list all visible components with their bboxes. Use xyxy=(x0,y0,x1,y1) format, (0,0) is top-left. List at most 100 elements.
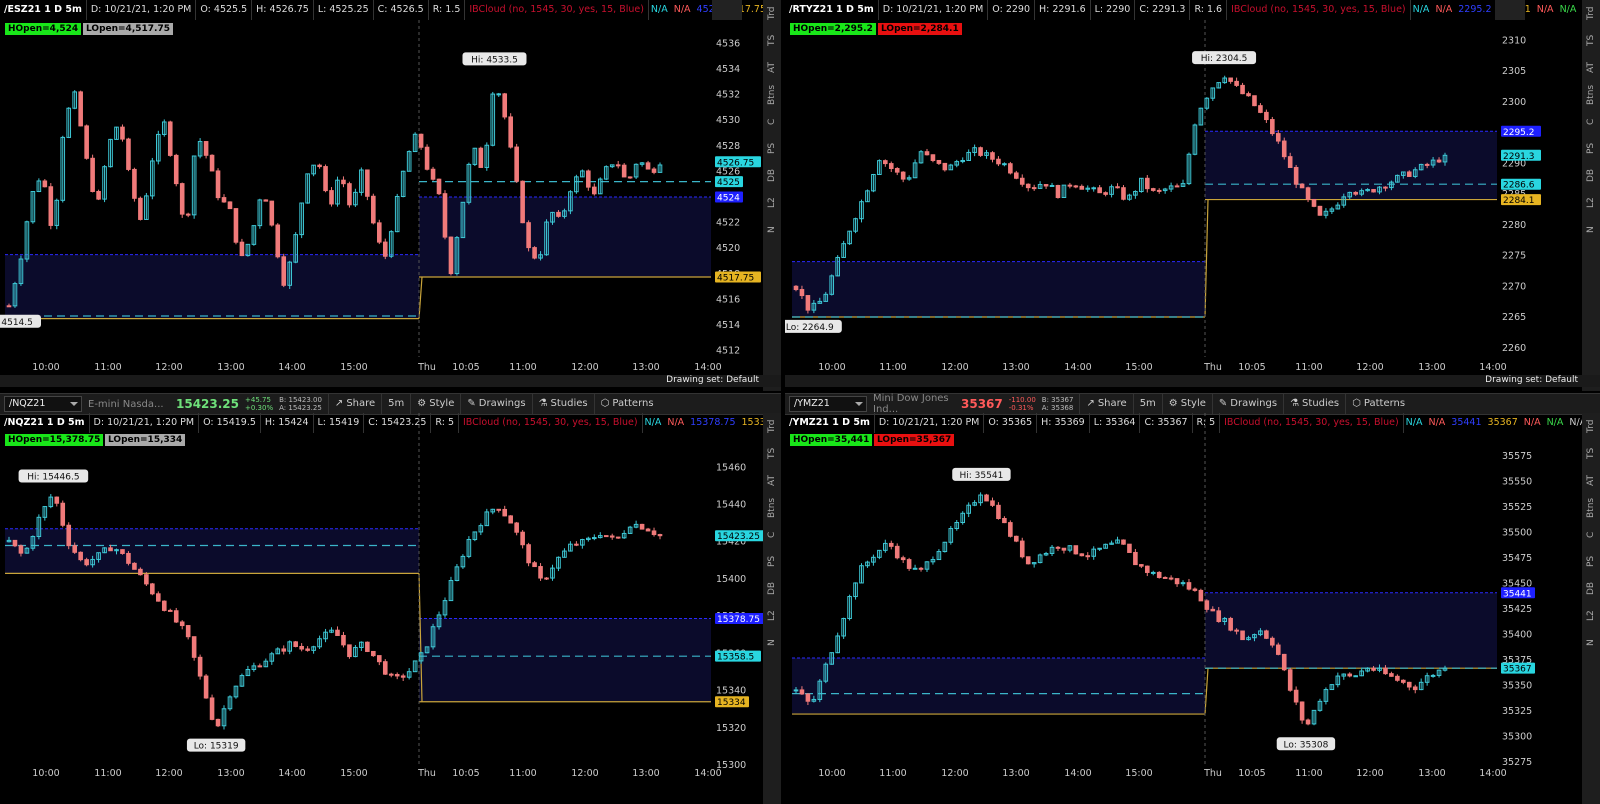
candle xyxy=(54,496,60,504)
side-tab[interactable]: L2 xyxy=(1582,189,1600,216)
svg-text:35441: 35441 xyxy=(1503,589,1532,599)
side-tab[interactable]: AT xyxy=(1582,467,1600,494)
side-tab[interactable]: DB xyxy=(1582,575,1600,602)
side-tab[interactable]: AT xyxy=(1582,54,1600,81)
side-tab[interactable]: N xyxy=(1582,216,1600,243)
x-tick-label: 12:00 xyxy=(155,768,182,779)
svg-text:Hi: 15446.5: Hi: 15446.5 xyxy=(27,472,79,482)
candle xyxy=(609,535,615,538)
side-tab[interactable]: Trd xyxy=(763,413,781,440)
price-tag: 2284.1 xyxy=(1501,194,1541,206)
candle xyxy=(645,162,651,170)
candle xyxy=(627,176,633,179)
candle xyxy=(1299,701,1305,721)
side-tab[interactable]: PS xyxy=(763,548,781,575)
side-tab[interactable]: TS xyxy=(1582,27,1600,54)
candle xyxy=(1210,608,1216,612)
svg-text:Hi: 2304.5: Hi: 2304.5 xyxy=(1201,54,1248,64)
candle xyxy=(347,644,352,658)
candlestick-chart[interactable]: 3557535550355253550035475354503542535400… xyxy=(785,393,1582,804)
side-tab[interactable]: PS xyxy=(1582,548,1600,575)
candle xyxy=(1204,600,1210,610)
chart-pane-es[interactable]: /ESZ21 1 D 5m D: 10/21/21, 1:20 PM O: 4525… xyxy=(0,0,781,391)
candle xyxy=(430,168,436,180)
candlestick-chart[interactable]: 1546015440154201540015380153601534015320… xyxy=(0,393,763,804)
svg-text:15334: 15334 xyxy=(717,698,746,708)
drawing-set-label[interactable]: Drawing set: Default xyxy=(1485,375,1578,385)
side-tab[interactable]: C xyxy=(1582,108,1600,135)
chart-pane-ym[interactable]: /YMZ21 Mini Dow Jones Ind... 35367 -110.00-… xyxy=(785,393,1600,804)
candlestick-chart[interactable]: 4536453445324530452845264524452245204518… xyxy=(0,0,763,391)
side-tab[interactable]: TS xyxy=(763,27,781,54)
side-tab[interactable]: C xyxy=(1582,521,1600,548)
side-tab[interactable]: PS xyxy=(763,135,781,162)
y-tick-label: 2265 xyxy=(1502,312,1526,323)
x-tick-label: Thu xyxy=(417,362,436,373)
x-tick-label: 10:05 xyxy=(1238,362,1265,373)
side-tab[interactable]: Trd xyxy=(1582,0,1600,27)
side-tab[interactable]: Btns xyxy=(763,81,781,108)
y-tick-label: 15320 xyxy=(716,723,746,734)
side-tab[interactable]: Btns xyxy=(1582,494,1600,521)
candle xyxy=(203,141,209,156)
candle xyxy=(90,157,95,192)
y-tick-label: 4512 xyxy=(716,346,740,357)
y-tick-label: 35525 xyxy=(1502,502,1532,513)
side-tab[interactable]: N xyxy=(763,216,781,243)
side-tab[interactable]: AT xyxy=(763,467,781,494)
candle xyxy=(185,625,191,638)
svg-text:15358.5: 15358.5 xyxy=(717,653,754,663)
side-tab[interactable]: L2 xyxy=(1582,602,1600,629)
candlestick-chart[interactable]: 2310230523002295229022852280227522702265… xyxy=(785,0,1582,391)
candle xyxy=(1091,187,1097,190)
candle xyxy=(1079,553,1085,557)
candle xyxy=(12,539,18,547)
side-tab[interactable]: DB xyxy=(763,575,781,602)
candle xyxy=(996,158,1001,165)
candle xyxy=(1293,689,1299,703)
price-tag: 4525 xyxy=(715,176,743,188)
candle xyxy=(78,551,83,561)
y-tick-label: 35425 xyxy=(1502,604,1532,615)
x-tick-label: 11:00 xyxy=(509,768,536,779)
side-tab[interactable]: N xyxy=(763,629,781,656)
side-tab[interactable]: DB xyxy=(763,162,781,189)
candle xyxy=(1281,653,1287,671)
side-tab[interactable]: C xyxy=(763,108,781,135)
hi-label: Hi: 4533.5 xyxy=(462,52,527,66)
candle xyxy=(532,247,537,259)
candle xyxy=(347,183,352,206)
candle xyxy=(592,537,597,540)
side-tab[interactable]: TS xyxy=(1582,440,1600,467)
candle xyxy=(281,256,287,286)
side-tab[interactable]: Trd xyxy=(1582,413,1600,440)
side-tab[interactable]: Trd xyxy=(763,0,781,27)
side-tab[interactable]: L2 xyxy=(763,189,781,216)
side-tab[interactable]: Btns xyxy=(1582,81,1600,108)
side-tab[interactable]: PS xyxy=(1582,135,1600,162)
cloud-band xyxy=(1205,592,1497,669)
side-tab[interactable]: L2 xyxy=(763,602,781,629)
candle xyxy=(1097,187,1102,194)
candle xyxy=(532,562,537,568)
candle xyxy=(382,661,388,675)
side-tab[interactable]: TS xyxy=(763,440,781,467)
y-tick-label: 4514 xyxy=(716,320,740,331)
side-tab[interactable]: AT xyxy=(763,54,781,81)
side-tab[interactable]: C xyxy=(763,521,781,548)
candle xyxy=(365,169,370,197)
candle xyxy=(1281,140,1287,158)
drawing-set-label[interactable]: Drawing set: Default xyxy=(666,375,759,385)
side-toolbar: Trd TS AT Btns C PS DB L2 N xyxy=(1582,413,1600,804)
candle xyxy=(341,634,346,646)
svg-text:4525: 4525 xyxy=(717,178,740,188)
side-tab[interactable]: Btns xyxy=(763,494,781,521)
prev-cloud-band xyxy=(792,657,1205,715)
chart-pane-nq[interactable]: /NQZ21 E-mini Nasda... 15423.25 +45.75 +0.30… xyxy=(0,393,781,804)
side-toolbar: Trd TS AT Btns C PS DB L2 N xyxy=(1582,0,1600,391)
y-tick-label: 15460 xyxy=(716,462,746,473)
chart-pane-rty[interactable]: /RTYZ21 1 D 5m D: 10/21/21, 1:20 PM O: 229… xyxy=(785,0,1600,391)
side-tab[interactable]: DB xyxy=(1582,162,1600,189)
side-tab[interactable]: N xyxy=(1582,629,1600,656)
x-tick-label: 10:05 xyxy=(452,768,479,779)
